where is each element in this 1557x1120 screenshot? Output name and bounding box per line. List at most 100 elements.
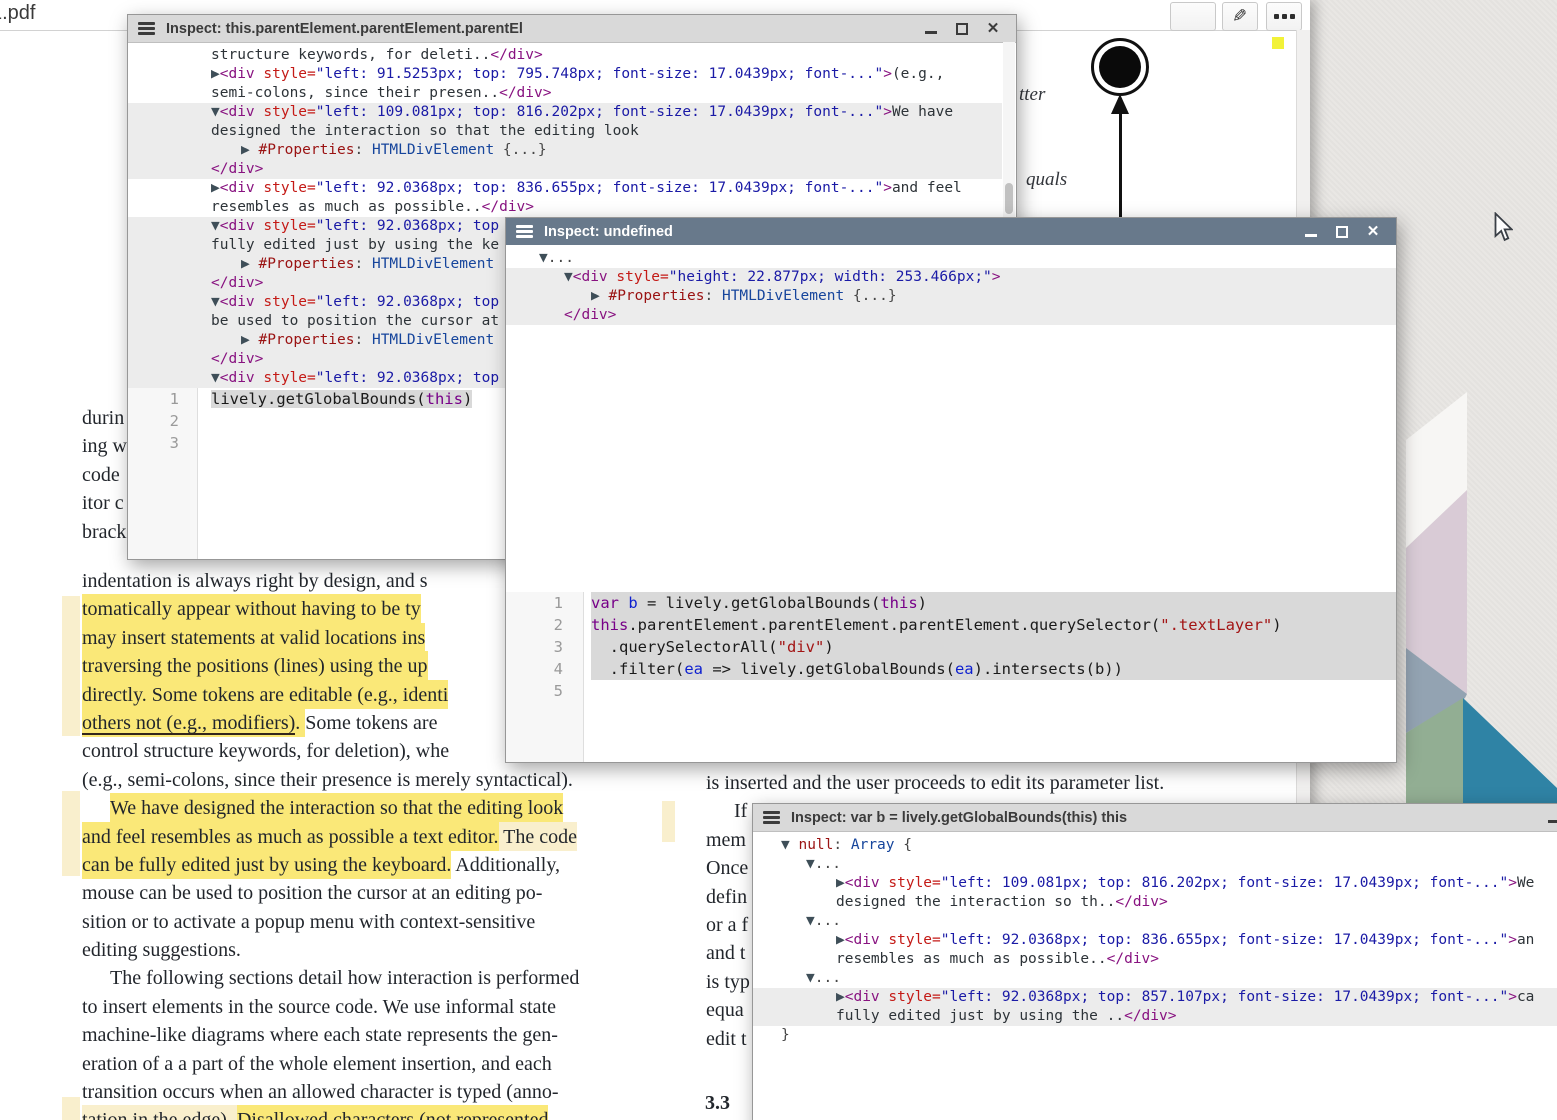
dom-tree-row[interactable]: }: [753, 1026, 1557, 1045]
pdf-text-line: sition or to activate a popup menu with …: [82, 908, 662, 936]
disclosure-arrow-icon[interactable]: ▼: [211, 218, 220, 234]
dom-tree-row[interactable]: ▶<div style="left: 91.5253px; top: 795.7…: [128, 65, 1002, 84]
maximize-button[interactable]: [955, 22, 969, 36]
toolbar-button-partial[interactable]: [1170, 2, 1216, 31]
disclosure-arrow-icon[interactable]: ▶: [836, 875, 845, 891]
disclosure-arrow-icon[interactable]: ▼: [806, 970, 815, 986]
line-number: 1: [506, 592, 563, 614]
line-number: 2: [506, 614, 563, 636]
dom-tree-row[interactable]: ▼...: [753, 855, 1557, 874]
disclosure-arrow-icon[interactable]: ▶: [211, 66, 220, 82]
window-menu-icon[interactable]: [763, 809, 780, 827]
editor-gutter: 123: [128, 388, 198, 559]
line-number: 2: [128, 410, 179, 432]
dom-tree-row[interactable]: ▶<div style="left: 92.0368px; top: 836.6…: [753, 931, 1557, 950]
disclosure-arrow-icon[interactable]: ▶: [591, 288, 608, 304]
annotate-button[interactable]: ✎: [1222, 2, 1258, 31]
disclosure-arrow-icon[interactable]: ▼: [806, 913, 815, 929]
pdf-text-line: to insert elements in the source code. W…: [82, 993, 662, 1021]
disclosure-arrow-icon[interactable]: ▼: [211, 294, 220, 310]
window-title: Inspect: this.parentElement.parentElemen…: [166, 21, 523, 37]
dom-tree-row[interactable]: resembles as much as possible..</div>: [128, 198, 1002, 217]
pdf-text-line: itor c: [82, 489, 127, 517]
screen: 1.pdf ✎ durining wcodeitor cbrack indent…: [0, 0, 1557, 1120]
pdf-text-line: transition occurs when an allowed charac…: [82, 1078, 662, 1106]
dom-tree-row[interactable]: ▶ #Properties: HTMLDivElement {...}: [128, 141, 1002, 160]
pdf-tab-label[interactable]: 1.pdf: [0, 2, 35, 25]
editor-code-area[interactable]: var b = lively.getGlobalBounds(this)this…: [584, 592, 1396, 762]
highlighted-text: traversing the positions (lines) using t…: [82, 651, 428, 680]
pdf-text-line: We have designed the interaction so that…: [82, 794, 662, 822]
highlighted-text: can be fully edited just by using the ke…: [82, 850, 451, 879]
diagram-edge-label: quals: [1026, 169, 1067, 191]
pdf-text-line: (e.g., semi-colons, since their presence…: [82, 766, 662, 794]
disclosure-arrow-icon[interactable]: ▼: [211, 104, 220, 120]
pdf-text-line: mouse can be used to position the cursor…: [82, 879, 662, 907]
minimize-button[interactable]: [1547, 811, 1557, 825]
disclosure-arrow-icon[interactable]: ▶: [836, 932, 845, 948]
code-line[interactable]: .querySelectorAll("div"): [591, 636, 1396, 658]
line-number: 3: [128, 432, 179, 454]
highlighted-text: Disallowed characters (not represented: [237, 1105, 549, 1120]
dom-inspector-tree: ▼...▼<div style="height: 22.877px; width…: [506, 245, 1396, 339]
disclosure-arrow-icon[interactable]: ▼: [806, 856, 815, 872]
inspector-window-2: Inspect: undefined ✕ ▼...▼<div style="he…: [505, 217, 1397, 763]
dom-tree-row[interactable]: ▼<div style="left: 109.081px; top: 816.2…: [128, 103, 1002, 122]
dom-tree-row[interactable]: ▶<div style="left: 109.081px; top: 816.2…: [753, 874, 1557, 893]
dom-tree-row[interactable]: ▼...: [506, 249, 1396, 268]
code-line[interactable]: this.parentElement.parentElement.parentE…: [591, 614, 1396, 636]
pdf-text-line: ing w: [82, 432, 127, 460]
pdf-text-line: editing suggestions.: [82, 936, 662, 964]
window-menu-icon[interactable]: [138, 20, 155, 38]
dom-tree-row[interactable]: ▼<div style="height: 22.877px; width: 25…: [506, 268, 1396, 287]
code-line[interactable]: [591, 680, 1396, 702]
highlighted-text: may insert statements at valid locations…: [82, 623, 425, 652]
dom-tree-row[interactable]: fully edited just by using the ..</div>: [753, 1007, 1557, 1026]
window-titlebar[interactable]: Inspect: var b = lively.getGlobalBounds(…: [753, 804, 1557, 832]
more-options-button[interactable]: [1266, 2, 1302, 31]
disclosure-arrow-icon[interactable]: ▶: [241, 256, 258, 272]
disclosure-arrow-icon[interactable]: ▶: [241, 332, 258, 348]
maximize-button[interactable]: [1335, 225, 1349, 239]
dom-tree-row[interactable]: ▶<div style="left: 92.0368px; top: 836.6…: [128, 179, 1002, 198]
disclosure-arrow-icon[interactable]: ▶: [211, 180, 220, 196]
dom-tree-row[interactable]: structure keywords, for deleti..</div>: [128, 46, 1002, 65]
minimize-button[interactable]: [1304, 225, 1318, 239]
window-menu-icon[interactable]: [516, 223, 533, 241]
object-inspector-tree: ▼ null: Array {▼...▶<div style="left: 10…: [753, 831, 1557, 1120]
disclosure-arrow-icon[interactable]: ▼: [539, 250, 548, 266]
code-line[interactable]: var b = lively.getGlobalBounds(this): [591, 592, 1396, 614]
editor-gutter: 12345: [506, 592, 584, 762]
pdf-text-line: eration of a a part of the whole element…: [82, 1050, 662, 1078]
dom-tree-row[interactable]: ▼...: [753, 969, 1557, 988]
dom-tree-row[interactable]: ▶<div style="left: 92.0368px; top: 857.1…: [753, 988, 1557, 1007]
line-number: 5: [506, 680, 563, 702]
dom-tree-row[interactable]: designed the interaction so that the edi…: [128, 122, 1002, 141]
dom-tree-row[interactable]: designed the interaction so th..</div>: [753, 893, 1557, 912]
disclosure-arrow-icon[interactable]: ▼: [564, 269, 573, 285]
highlighted-text: directly. Some tokens are editable (e.g.…: [82, 680, 448, 709]
code-line[interactable]: .filter(ea => lively.getGlobalBounds(ea)…: [591, 658, 1396, 680]
dom-tree-row[interactable]: semi-colons, since their presen..</div>: [128, 84, 1002, 103]
pdf-text-line: The following sections detail how intera…: [82, 964, 662, 992]
disclosure-arrow-icon[interactable]: ▶: [241, 142, 258, 158]
tree-scrollbar-thumb[interactable]: [1005, 183, 1013, 214]
dom-tree-row[interactable]: resembles as much as possible..</div>: [753, 950, 1557, 969]
disclosure-arrow-icon[interactable]: ▼: [211, 370, 220, 386]
close-button[interactable]: ✕: [1366, 225, 1380, 239]
dom-tree-row[interactable]: </div>: [506, 306, 1396, 325]
dom-tree-row[interactable]: ▼ null: Array {: [753, 836, 1557, 855]
disclosure-arrow-icon[interactable]: ▶: [836, 989, 845, 1005]
minimize-button[interactable]: [924, 22, 938, 36]
dom-tree-row[interactable]: </div>: [128, 160, 1002, 179]
dom-tree-row[interactable]: ▼...: [753, 912, 1557, 931]
window-titlebar[interactable]: Inspect: undefined ✕: [506, 218, 1396, 245]
code-editor[interactable]: 12345 var b = lively.getGlobalBounds(thi…: [506, 592, 1396, 762]
highlighted-text: tation in the edge).: [82, 1105, 232, 1120]
window-titlebar[interactable]: Inspect: this.parentElement.parentElemen…: [128, 15, 1016, 43]
pdf-text-line: code: [82, 461, 127, 489]
disclosure-arrow-icon[interactable]: ▼: [781, 837, 798, 853]
highlight-margin-strip: [662, 801, 675, 842]
dom-tree-row[interactable]: ▶ #Properties: HTMLDivElement {...}: [506, 287, 1396, 306]
close-button[interactable]: ✕: [986, 22, 1000, 36]
